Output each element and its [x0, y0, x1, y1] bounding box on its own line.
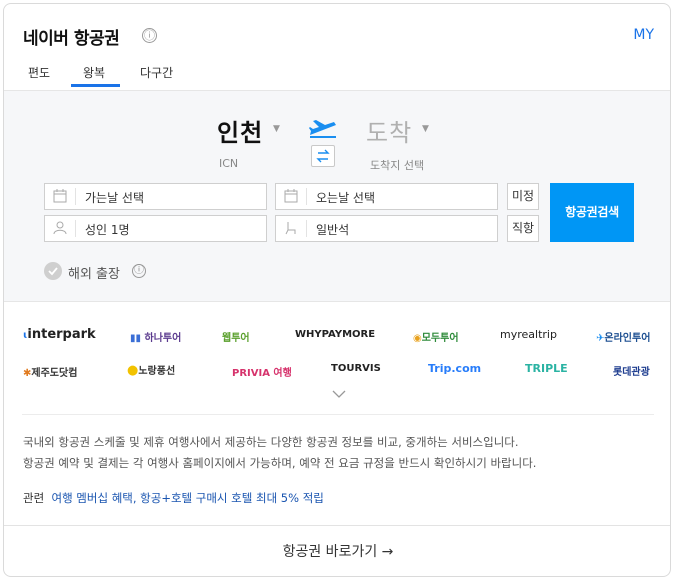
field-separator [75, 220, 76, 237]
related-info: 관련 여행 멤버십 혜택, 항공+호텔 구매시 호텔 최대 5% 적립 [23, 490, 324, 506]
direct-flight-toggle[interactable]: 직항 [507, 215, 539, 242]
search-panel: 인천 ▼ ICN 도착 ▼ 도착지 선택 가는날 선택 오는날 선택 미정 성인… [4, 90, 670, 302]
tab-round-trip[interactable]: 왕복 [83, 64, 105, 81]
person-icon [53, 221, 67, 235]
partner-tripcom[interactable]: Trip.com [428, 362, 481, 375]
field-separator [306, 188, 307, 205]
partner-modetour[interactable]: ◉모두투어 [413, 329, 459, 344]
calendar-icon [284, 189, 298, 203]
check-icon [48, 267, 58, 276]
service-description-line2: 항공권 예약 및 결제는 각 여행사 홈페이지에서 가능하며, 예약 전 요금 … [23, 456, 537, 470]
hanatour-logo-icon: ▮▮ [130, 333, 142, 344]
partner-jejudo[interactable]: ✱제주도닷컴 [23, 364, 77, 379]
partner-lottetour[interactable]: 롯데관광 [613, 363, 650, 378]
seat-class-text: 일반석 [316, 223, 350, 237]
go-to-flights-link[interactable]: 항공권 바로가기 → [4, 541, 670, 561]
business-trip-label[interactable]: 해외 출장 [68, 263, 120, 282]
passengers-text: 성인 1명 [85, 223, 130, 237]
seat-icon [285, 222, 296, 235]
footer-divider [4, 525, 670, 526]
passengers-field[interactable]: 성인 1명 [44, 215, 267, 242]
swap-route-button[interactable] [311, 145, 335, 167]
active-tab-indicator [71, 84, 120, 87]
chevron-down-icon[interactable] [332, 390, 346, 398]
departure-code: ICN [219, 157, 239, 170]
partner-onlinetour[interactable]: ✈온라인투어 [596, 329, 650, 344]
calendar-icon [53, 189, 67, 203]
field-separator [75, 188, 76, 205]
balloon-logo-icon: ● [127, 363, 139, 378]
arrival-city[interactable]: 도착 [366, 113, 412, 148]
departure-date-text: 가는날 선택 [85, 191, 145, 205]
partner-yellowballoon[interactable]: ●노랑풍선 [127, 362, 175, 378]
partner-privia[interactable]: PRIVIA 여행 [232, 364, 292, 379]
partner-myrealtrip[interactable]: myrealtrip [500, 328, 557, 341]
flight-search-card: 네이버 항공권 ⓘ MY 편도 왕복 다구간 인천 ▼ ICN 도착 ▼ 도착지… [3, 3, 671, 577]
tab-multi-city[interactable]: 다구간 [140, 64, 173, 81]
business-trip-checkbox[interactable] [44, 262, 62, 280]
membership-benefit-link[interactable]: 여행 멤버십 혜택, 항공+호텔 구매시 호텔 최대 5% 적립 [51, 491, 323, 505]
partner-hanatour[interactable]: ▮▮ 하나투어 [130, 329, 181, 344]
service-description-line1: 국내외 항공권 스케줄 및 제휴 여행사에서 제공하는 다양한 항공권 정보를 … [23, 435, 519, 449]
modetour-logo-icon: ◉ [413, 333, 422, 344]
search-flights-button[interactable]: 항공권검색 [550, 183, 634, 242]
seat-class-field[interactable]: 일반석 [275, 215, 498, 242]
partner-tourvis[interactable]: TOURVIS [331, 363, 381, 374]
airplane-icon [309, 120, 336, 138]
departure-dropdown-icon[interactable]: ▼ [273, 124, 280, 134]
arrival-code: 도착지 선택 [370, 159, 425, 172]
info-icon[interactable]: ⓘ [142, 28, 157, 43]
partner-webtour[interactable]: 웹투어 [222, 329, 250, 344]
partner-whypaymore[interactable]: WHYPAYMORE [295, 329, 375, 340]
page-title: 네이버 항공권 [23, 29, 120, 49]
related-prefix: 관련 [23, 491, 45, 505]
departure-city[interactable]: 인천 [217, 113, 263, 148]
info-icon[interactable]: ⓘ [132, 264, 146, 278]
partner-triple[interactable]: TRIPLE [525, 362, 568, 375]
field-separator [306, 220, 307, 237]
departure-date-field[interactable]: 가는날 선택 [44, 183, 267, 210]
return-date-field[interactable]: 오는날 선택 [275, 183, 498, 210]
partner-interpark[interactable]: ɩinterpark [23, 327, 96, 342]
section-divider [22, 414, 654, 415]
arrival-dropdown-icon[interactable]: ▼ [422, 124, 429, 134]
swap-icon [316, 149, 330, 163]
tab-one-way[interactable]: 편도 [28, 64, 50, 81]
undecided-toggle[interactable]: 미정 [507, 183, 539, 210]
return-date-text: 오는날 선택 [316, 191, 376, 205]
my-link[interactable]: MY [633, 27, 654, 43]
